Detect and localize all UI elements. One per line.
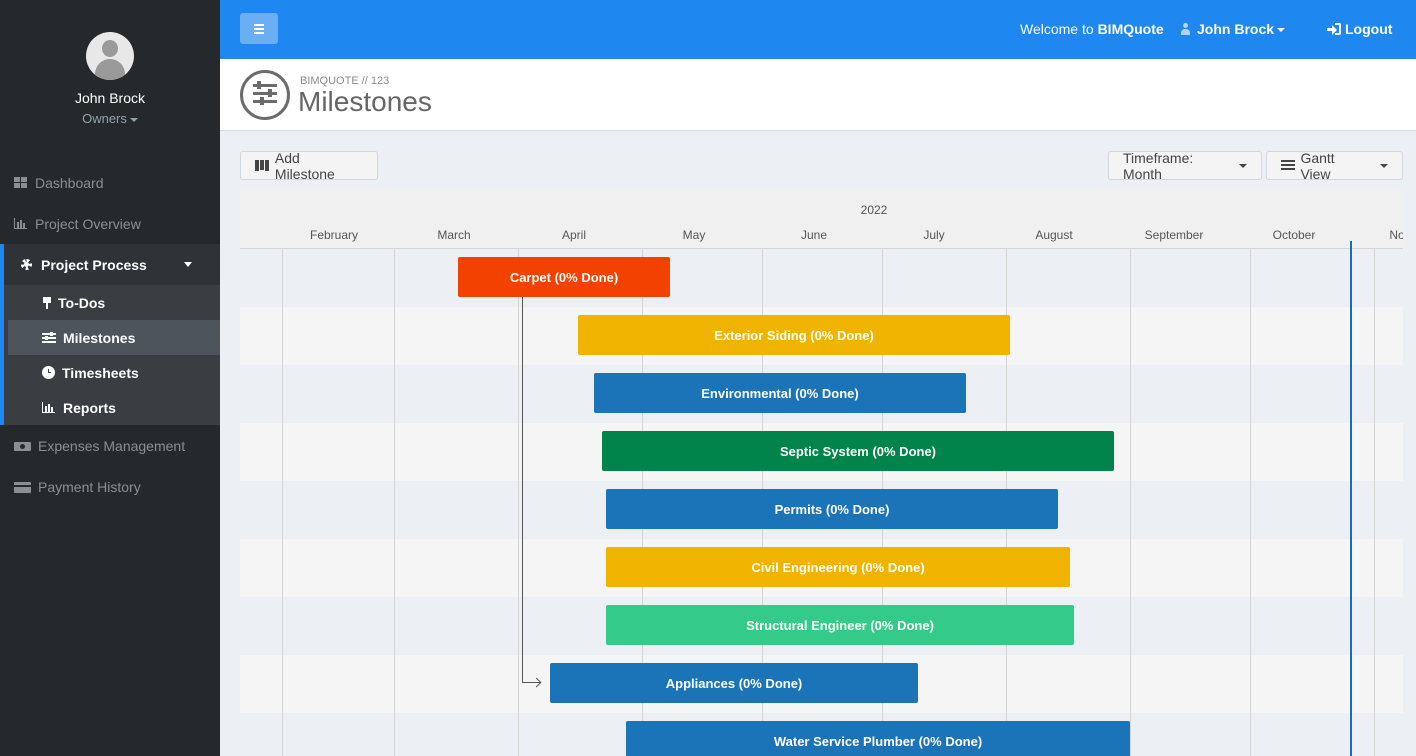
sidebar-item-label: Project Process <box>41 256 147 273</box>
sign-in-icon <box>1327 23 1341 35</box>
welcome-prefix: Welcome to <box>1020 21 1094 37</box>
caret-down-icon <box>184 262 192 267</box>
gantt-grid-line <box>1130 249 1131 756</box>
user-role-dropdown[interactable]: Owners <box>0 111 220 126</box>
gantt-milestone-bar[interactable]: Civil Engineering (0% Done) <box>606 547 1070 587</box>
page-title: Milestones <box>298 86 432 117</box>
sidebar-user-name: John Brock <box>74 90 146 106</box>
gantt-grid-line <box>282 249 283 756</box>
sidebar-item-label: Payment History <box>38 478 141 495</box>
user-panel: John Brock Owners <box>0 0 220 140</box>
sidebar-item-timesheets[interactable]: Timesheets <box>8 355 220 390</box>
timeframe-dropdown[interactable]: Timeframe: Month <box>1108 149 1262 182</box>
gantt-month-label: September <box>1144 228 1204 242</box>
clock-icon <box>42 366 55 379</box>
top-navbar: Welcome to BIMQuote John Brock Logout <box>220 0 1416 59</box>
sliders-icon <box>1281 160 1295 171</box>
map-icon <box>255 160 269 171</box>
gantt-month-label: April <box>561 228 586 242</box>
gantt-month-label: June <box>800 228 828 242</box>
gantt-month-label: July <box>923 228 945 242</box>
sliders-icon <box>240 70 290 120</box>
gantt-milestone-bar[interactable]: Water Service Plumber (0% Done) <box>626 721 1130 756</box>
sidebar-submenu: To-Dos Milestones Timesheets Reports <box>0 285 220 425</box>
dashboard-icon <box>14 176 28 189</box>
top-user-name: John Brock <box>1197 21 1275 37</box>
sidebar-item-dashboard[interactable]: Dashboard <box>0 162 220 203</box>
sidebar-item-label: Project Overview <box>35 215 141 232</box>
gantt-month-label: October <box>1272 228 1316 242</box>
gantt-month-label: March <box>437 228 471 242</box>
sidebar-item-todos[interactable]: To-Dos <box>8 285 220 320</box>
menu-icon <box>254 23 264 26</box>
bar-chart-icon <box>42 402 56 413</box>
gantt-month-label: Nov <box>1389 228 1403 242</box>
sliders-icon <box>42 332 56 343</box>
logout-link[interactable]: Logout <box>1327 21 1392 37</box>
timeframe-label: Timeframe: Month <box>1123 149 1194 182</box>
gantt-milestone-bar[interactable]: Appliances (0% Done) <box>550 663 918 703</box>
sidebar-item-label: To-Dos <box>58 294 106 311</box>
gantt-timeline-header: 2022 February March April May June July August… <box>240 189 1403 249</box>
sidebar-item-label: Dashboard <box>35 174 104 191</box>
view-dropdown[interactable]: Gantt View <box>1266 149 1403 182</box>
gantt-row <box>240 249 1403 307</box>
gantt-today-marker <box>1350 241 1352 756</box>
gear-icon <box>20 258 34 271</box>
gantt-month-label: May <box>682 228 706 242</box>
sidebar-item-payment-history[interactable]: Payment History <box>0 466 220 507</box>
caret-down-icon <box>129 117 138 122</box>
user-icon <box>1180 23 1191 35</box>
pin-icon <box>42 296 52 309</box>
gantt-grid-line <box>1374 249 1375 756</box>
caret-down-icon <box>1277 28 1286 33</box>
caret-down-icon <box>1239 163 1247 168</box>
avatar <box>86 32 134 80</box>
gantt-month-label: August <box>1035 228 1073 242</box>
money-icon <box>14 440 31 452</box>
gantt-milestone-bar[interactable]: Permits (0% Done) <box>606 489 1058 529</box>
gantt-milestone-bar[interactable]: Environmental (0% Done) <box>594 373 966 413</box>
gantt-grid-line <box>1250 249 1251 756</box>
brand-name: BIMQuote <box>1097 21 1164 37</box>
gantt-dependency-line <box>522 297 523 683</box>
sidebar-item-project-process[interactable]: Project Process <box>0 244 220 285</box>
add-milestone-label: Add Milestone <box>274 149 335 182</box>
gantt-grid-line <box>394 249 395 756</box>
gantt-chart: 2022 February March April May June July August… <box>240 189 1403 756</box>
sidebar-item-label: Expenses Management <box>38 437 186 454</box>
bar-chart-icon <box>14 217 28 230</box>
page-header: BIMQUOTE // 123 Milestones <box>220 59 1416 131</box>
gantt-milestone-bar[interactable]: Carpet (0% Done) <box>458 257 670 297</box>
sidebar-item-expenses-management[interactable]: Expenses Management <box>0 425 220 466</box>
sidebar: John Brock Owners Dashboard Project Over… <box>0 0 220 756</box>
logout-label: Logout <box>1345 21 1393 37</box>
add-milestone-button[interactable]: Add Milestone <box>240 149 378 182</box>
view-label: Gantt View <box>1300 149 1335 182</box>
gantt-milestone-bar[interactable]: Structural Engineer (0% Done) <box>606 605 1074 645</box>
sidebar-toggle-button[interactable] <box>240 13 278 44</box>
gantt-milestone-bar[interactable]: Septic System (0% Done) <box>602 431 1114 471</box>
gantt-grid-line <box>518 249 519 756</box>
sidebar-item-label: Timesheets <box>62 364 139 381</box>
caret-down-icon <box>1380 163 1388 168</box>
sidebar-item-milestones[interactable]: Milestones <box>8 320 220 355</box>
gantt-milestone-bar[interactable]: Exterior Siding (0% Done) <box>578 315 1010 355</box>
user-role-label: Owners <box>82 111 127 126</box>
credit-card-icon <box>14 481 31 493</box>
gantt-year-label: 2022 <box>860 203 888 217</box>
welcome-text: Welcome to BIMQuote <box>1020 21 1164 37</box>
user-menu-dropdown[interactable]: John Brock <box>1180 21 1286 37</box>
sidebar-item-label: Milestones <box>63 329 136 346</box>
sidebar-item-reports[interactable]: Reports <box>8 390 220 425</box>
sidebar-item-project-overview[interactable]: Project Overview <box>0 203 220 244</box>
sidebar-item-label: Reports <box>63 399 116 416</box>
gantt-month-label: February <box>309 228 359 242</box>
